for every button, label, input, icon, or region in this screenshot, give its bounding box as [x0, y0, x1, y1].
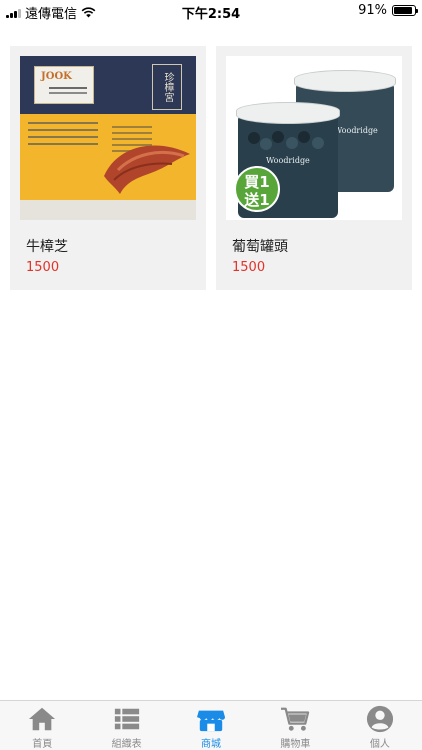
battery-icon — [392, 5, 418, 16]
tab-label: 購物車 — [280, 739, 311, 750]
tab-label: 組織表 — [111, 739, 142, 750]
product-price: 1500 — [232, 260, 266, 275]
product-card[interactable]: Woodridge Woodridge 買1 送1 葡萄罐頭 1500 — [216, 46, 412, 290]
promo-badge-image: 買1 送1 — [234, 166, 280, 212]
home-icon — [29, 707, 56, 731]
product-card[interactable]: JOOK 珍樟宮 牛樟芝 1500 — [10, 46, 206, 290]
tab-profile[interactable]: 個人 — [338, 701, 422, 750]
status-bar: 遠傳電信 下午2:54 91% — [0, 0, 422, 22]
tab-label: 首頁 — [32, 739, 53, 750]
tab-label: 商城 — [201, 739, 222, 750]
product-price: 1500 — [26, 260, 60, 275]
tab-label: 個人 — [369, 739, 390, 750]
product-grid: JOOK 珍樟宮 牛樟芝 1500 Woodridge Woodridge 買1… — [10, 46, 412, 290]
tab-home[interactable]: 首頁 — [0, 701, 84, 750]
store-icon — [197, 710, 226, 732]
tab-store[interactable]: 商城 — [169, 701, 253, 750]
product-image-grape-can[interactable]: Woodridge Woodridge 買1 送1 — [226, 56, 402, 220]
cart-icon — [281, 707, 310, 731]
product-image-lingzhi[interactable]: JOOK 珍樟宮 — [20, 56, 196, 220]
product-name: 葡萄罐頭 — [232, 239, 288, 255]
list-icon — [114, 708, 139, 730]
tab-organization[interactable]: 組織表 — [84, 701, 168, 750]
battery-percent: 91% — [358, 3, 387, 18]
status-right: 91% — [358, 3, 418, 18]
tab-cart[interactable]: 購物車 — [253, 701, 337, 750]
person-icon — [366, 705, 393, 733]
product-name: 牛樟芝 — [26, 239, 68, 255]
bottom-tab-bar: 首頁 組織表 商城 購物車 個人 — [0, 700, 422, 750]
